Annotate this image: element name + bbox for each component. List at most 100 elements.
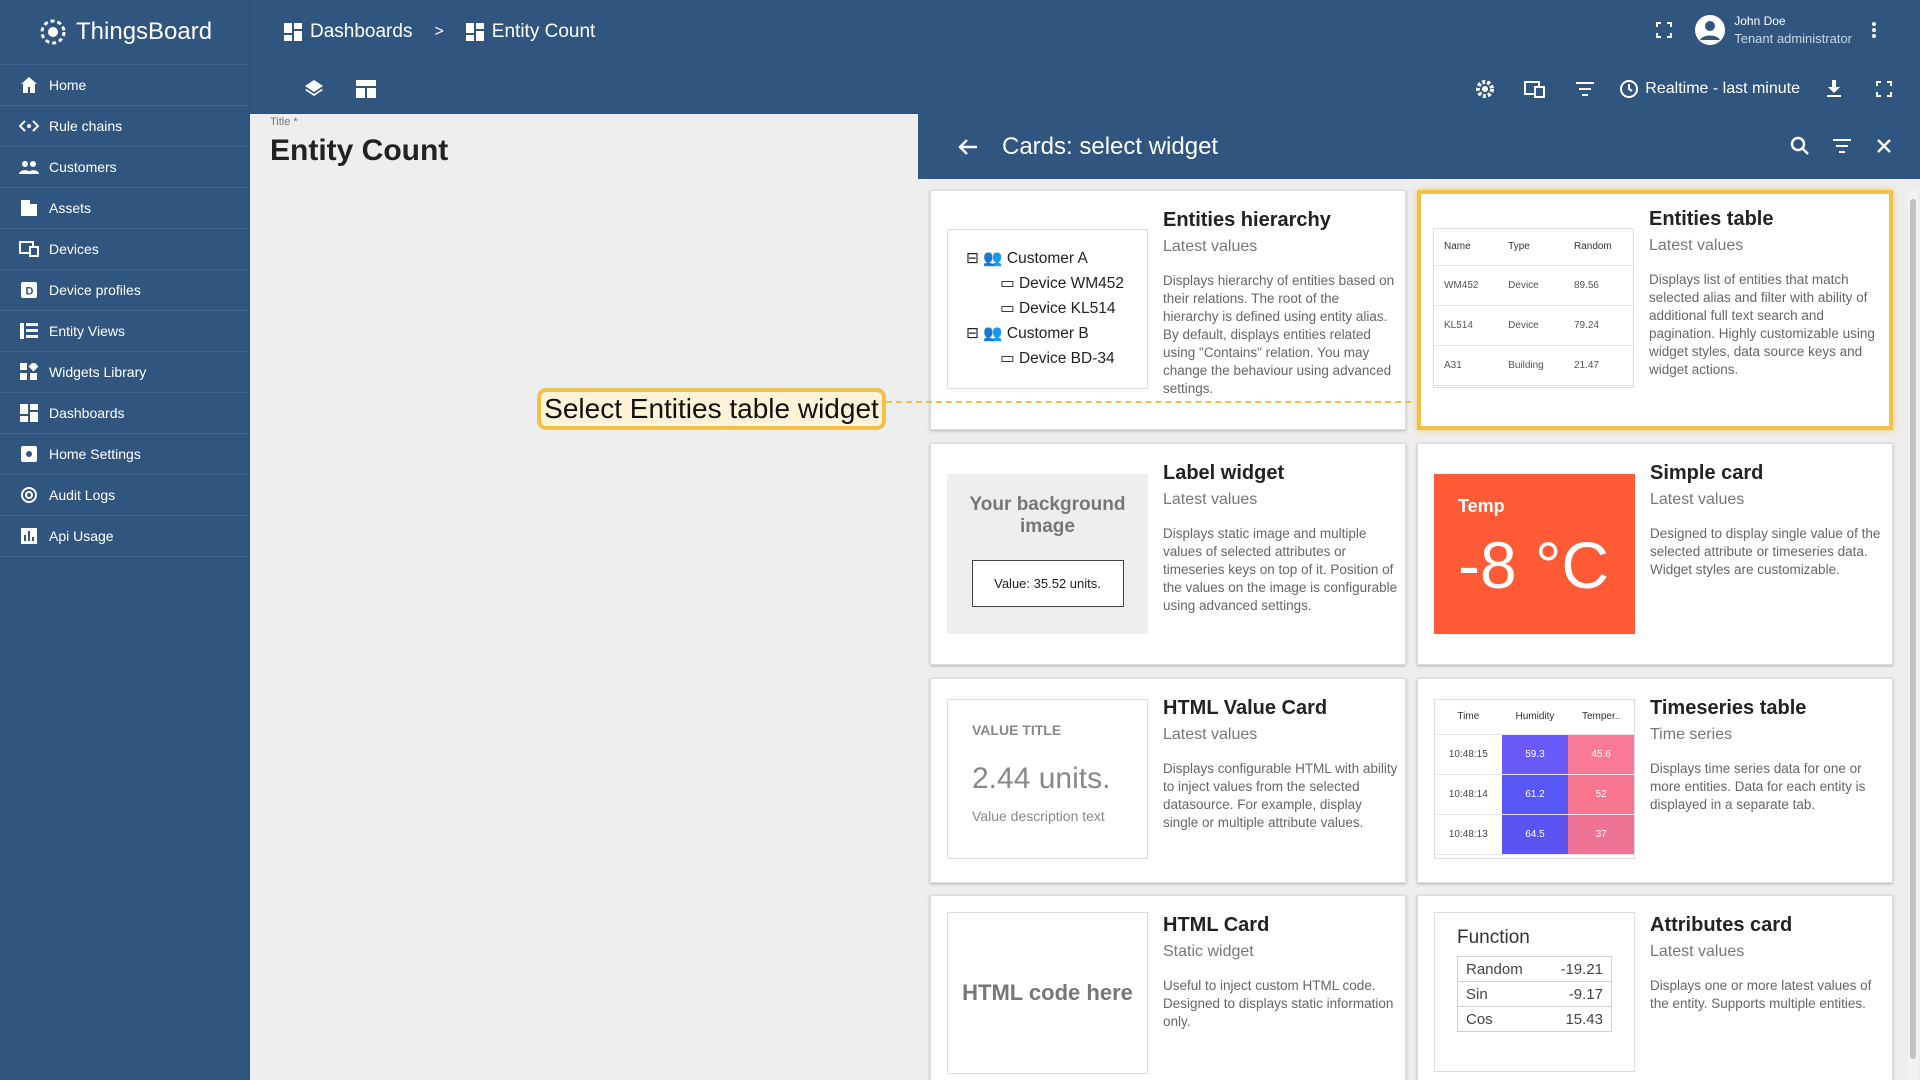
scrollbar-thumb[interactable]: [1910, 199, 1916, 1059]
widget-card-timeseries-table[interactable]: Time Humidity Temper.. 10:48:15 59.3 45.6 1…: [1417, 678, 1893, 883]
sidebar-item-devices[interactable]: Devices: [0, 229, 249, 270]
card-type: Latest values: [1650, 943, 1745, 960]
sidebar-item-api-usage[interactable]: Api Usage: [0, 516, 249, 557]
card-type: Latest values: [1163, 238, 1258, 255]
home-icon: [18, 74, 40, 96]
timewindow-button[interactable]: Realtime - last minute: [1619, 79, 1800, 99]
card-type: Static widget: [1163, 943, 1254, 960]
widget-card-attributes-card[interactable]: Function Random -19.21 Sin -9.17 Cos 15.43 …: [1417, 895, 1893, 1080]
filter-icon[interactable]: [1826, 130, 1858, 162]
widget-card-label-widget[interactable]: Your background image Value: 35.52 units…: [930, 443, 1406, 665]
attribute-row: Cos 15.43: [1457, 1006, 1612, 1032]
tree-node-device: ▭ Device KL514: [1000, 300, 1116, 317]
attributes-heading: Function: [1457, 927, 1530, 948]
widget-card-simple-card[interactable]: Temp -8 °C Simple card Latest values Des…: [1417, 443, 1893, 665]
user-menu[interactable]: John Doe Tenant administrator: [1648, 12, 1890, 48]
breadcrumb-dashboards[interactable]: Dashboards: [284, 21, 412, 43]
sidebar-item-label: Device profiles: [49, 282, 141, 298]
search-icon[interactable]: [1784, 130, 1816, 162]
value-description: Value description text: [972, 808, 1105, 824]
card-title: Label widget: [1163, 462, 1285, 484]
breadcrumb-dashboards-label: Dashboards: [310, 21, 413, 42]
widget-card-entities-hierarchy[interactable]: ⊟ 👥 Customer A ▭ Device WM452 ▭ Device K…: [930, 190, 1406, 430]
download-icon[interactable]: [1818, 73, 1850, 105]
card-description: Displays static image and multiple value…: [1163, 526, 1398, 613]
thingsboard-logo-icon: [40, 19, 66, 45]
device-profiles-icon: D: [18, 279, 40, 301]
panel-scrollbar[interactable]: [1908, 189, 1918, 1079]
table-row: 10:48:15 59.3 45.6: [1435, 734, 1634, 775]
card-type: Latest values: [1650, 491, 1745, 508]
card-title: HTML Card: [1163, 914, 1270, 936]
user-role: Tenant administrator: [1734, 31, 1852, 46]
sidebar-item-home[interactable]: Home: [0, 65, 249, 106]
top-bar: Dashboards > Entity Count John Doe Tenan…: [250, 0, 1920, 64]
sidebar-item-device-profiles[interactable]: D Device profiles: [0, 270, 249, 311]
card-type: Latest values: [1163, 491, 1258, 508]
card-title: Simple card: [1650, 462, 1764, 484]
select-widget-panel: Cards: select widget ⊟ 👥 Customer A ▭ De…: [918, 114, 1920, 1080]
widgets-library-icon: [18, 361, 40, 383]
table-header: Humidity: [1501, 700, 1569, 735]
table-header: Temper..: [1568, 700, 1634, 735]
layers-icon[interactable]: [298, 73, 330, 105]
breadcrumb-entity-count[interactable]: Entity Count: [465, 21, 596, 43]
settings-icon[interactable]: [1469, 73, 1501, 105]
expand-icon[interactable]: [1868, 73, 1900, 105]
sidebar-item-label: Home: [49, 77, 87, 93]
api-usage-icon: [18, 525, 40, 547]
card-title: Attributes card: [1650, 914, 1793, 936]
sidebar-item-customers[interactable]: Customers: [0, 147, 249, 188]
fullscreen-icon[interactable]: [1648, 14, 1680, 46]
tree-node-device: ▭ Device BD-34: [1000, 350, 1115, 367]
card-type: Time series: [1650, 726, 1733, 743]
layout-icon[interactable]: [350, 73, 382, 105]
panel-header: Cards: select widget: [918, 114, 1920, 179]
sidebar-item-assets[interactable]: Assets: [0, 188, 249, 229]
widget-card-entities-table[interactable]: Name Type Random WM452 Device 89.56 KL514 Dev…: [1417, 190, 1893, 430]
sidebar-item-label: Dashboards: [49, 405, 125, 421]
widget-card-html-card[interactable]: HTML code here HTML Card Static widget U…: [930, 895, 1406, 1080]
svg-text:D: D: [26, 286, 34, 298]
sidebar-item-entity-views[interactable]: Entity Views: [0, 311, 249, 352]
entity-aliases-icon[interactable]: [1519, 73, 1551, 105]
widget-card-html-value-card[interactable]: VALUE TITLE 2.44 units. Value descriptio…: [930, 678, 1406, 883]
card-title: HTML Value Card: [1163, 697, 1328, 719]
sidebar-item-audit-logs[interactable]: Audit Logs: [0, 475, 249, 516]
card-title: Entities table: [1649, 208, 1774, 230]
close-icon[interactable]: [1868, 130, 1900, 162]
label-widget-preview: Your background image Value: 35.52 units…: [947, 474, 1148, 634]
more-vert-icon[interactable]: [1858, 14, 1890, 46]
dashboard-canvas: Title * Entity Count: [250, 114, 918, 1080]
sidebar-item-label: Widgets Library: [49, 364, 147, 380]
sidebar-item-widgets-library[interactable]: Widgets Library: [0, 352, 249, 393]
audit-logs-icon: [18, 484, 40, 506]
table-header: Time: [1435, 700, 1502, 735]
tutorial-callout: Select Entities table widget: [538, 389, 885, 429]
value-title: VALUE TITLE: [972, 722, 1062, 738]
avatar-icon: [1695, 15, 1726, 45]
temp-label: Temp: [1458, 496, 1505, 516]
sidebar-item-home-settings[interactable]: Home Settings: [0, 434, 249, 475]
tree-node-customer-a: ⊟ 👥 Customer A: [966, 250, 1088, 267]
app-logo[interactable]: ThingsBoard: [0, 0, 249, 64]
table-header: Type: [1498, 229, 1564, 266]
title-field[interactable]: Entity Count: [270, 134, 448, 168]
filter-icon[interactable]: [1569, 73, 1601, 105]
breadcrumb-entity-count-label: Entity Count: [491, 21, 596, 42]
card-description: Displays configurable HTML with ability …: [1163, 761, 1398, 830]
card-title: Entities hierarchy: [1163, 209, 1331, 231]
value-box: Value: 35.52 units.: [971, 560, 1124, 607]
sidebar-item-rule-chains[interactable]: Rule chains: [0, 106, 249, 147]
sidebar-item-label: Rule chains: [49, 118, 123, 134]
entities-table-preview: Name Type Random WM452 Device 89.56 KL514 Dev…: [1433, 228, 1634, 388]
entity-views-icon: [18, 320, 40, 342]
value-number: 2.44 units.: [972, 762, 1111, 795]
sidebar-item-dashboards[interactable]: Dashboards: [0, 393, 249, 434]
timeseries-table-preview: Time Humidity Temper.. 10:48:15 59.3 45.6 1…: [1434, 699, 1635, 859]
simple-card-preview: Temp -8 °C: [1434, 474, 1635, 634]
sidebar-item-label: Api Usage: [49, 528, 114, 544]
back-arrow-icon[interactable]: [952, 131, 984, 163]
background-image-text: Your background image: [969, 494, 1126, 537]
nav-menu: Home Rule chains Customers Assets Devices D De…: [0, 64, 249, 557]
